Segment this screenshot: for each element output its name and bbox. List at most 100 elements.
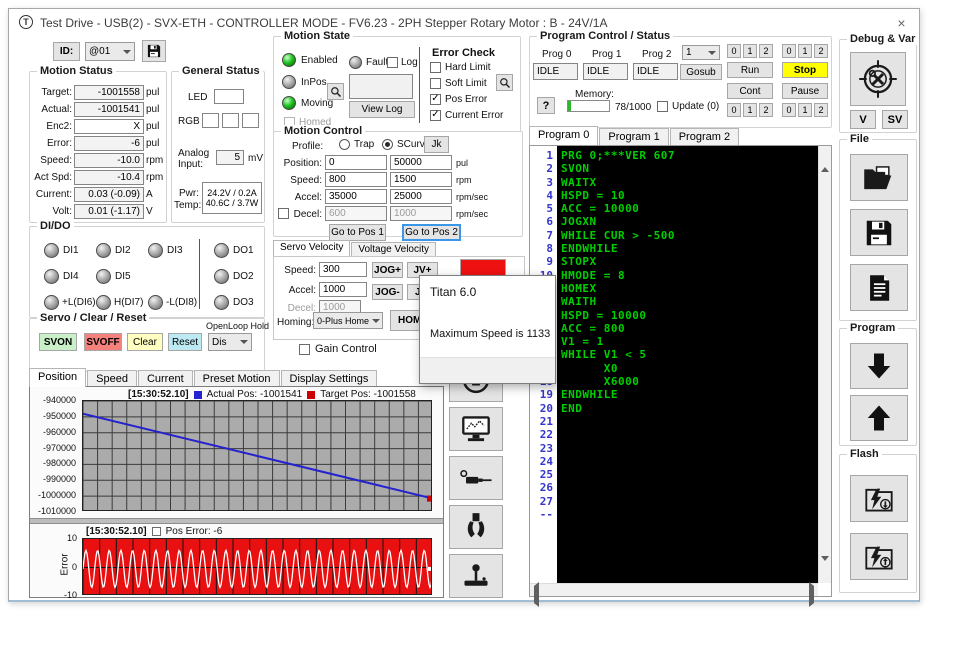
save-id-button[interactable] [142,40,166,62]
view-log-button[interactable]: View Log [349,101,415,118]
pos-error-legend-checkbox[interactable] [151,527,161,536]
flash-write-button[interactable] [850,475,908,522]
run-button[interactable]: Run [727,62,773,78]
trap-radio[interactable]: Trap [339,139,374,150]
cont-button[interactable]: Cont [727,83,773,99]
run-0-button[interactable]: 0 [727,44,741,58]
open-file-button[interactable] [850,154,908,201]
actuator-button[interactable] [449,456,503,500]
pause-1-button[interactable]: 1 [798,103,812,117]
help-button[interactable]: ? [537,97,555,114]
homing-select[interactable]: 0-Plus Home [313,312,383,329]
actual-field[interactable]: -1001541 [74,102,144,117]
error-check-item-1[interactable]: Soft Limit [430,78,487,89]
decel-2-input[interactable]: 1000 [390,206,452,221]
error-check-item-0[interactable]: Hard Limit [430,62,491,73]
current-field[interactable]: 0.03 (-0.09) [74,187,144,202]
scroll-left-icon[interactable] [534,582,539,607]
tab-speed[interactable]: Speed [87,370,137,387]
act-spd-field[interactable]: -10.4 [74,170,144,185]
close-button[interactable]: × [893,14,910,31]
id-select[interactable]: @01 [85,42,135,61]
error-check-item-3[interactable]: Current Error [430,110,503,121]
pause-button[interactable]: Pause [782,83,828,99]
cont-0-button[interactable]: 0 [727,103,741,117]
gripper-button[interactable] [449,505,503,549]
target-field[interactable]: -1001558 [74,85,144,100]
tab-display-settings[interactable]: Display Settings [280,370,378,387]
scroll-up-icon[interactable] [821,150,829,172]
scroll-right-icon[interactable] [809,582,814,607]
monitor-chart-button[interactable] [449,407,503,451]
jog-accel-input[interactable]: 1000 [319,282,367,297]
joystick-button[interactable] [449,554,503,598]
pause-0-button[interactable]: 0 [782,103,796,117]
program-download-button[interactable] [850,343,908,389]
position-1-input[interactable]: 0 [325,155,387,170]
gain-control-checkbox[interactable] [299,343,310,355]
log-checkbox[interactable]: Log [387,57,418,68]
analog-input-field[interactable]: 5 [216,150,244,165]
stop-button[interactable]: Stop [782,62,828,78]
refresh-state-button[interactable] [327,83,344,100]
tab-program-0[interactable]: Program 0 [529,126,599,145]
jog-plus-button[interactable]: JOG+ [372,262,403,278]
pause-2-button[interactable]: 2 [814,103,828,117]
refresh-errors-button[interactable] [496,74,513,91]
run-2-button[interactable]: 2 [759,44,773,58]
tab-program-2[interactable]: Program 2 [669,128,740,145]
error-field[interactable]: -6 [74,136,144,151]
gosub-select[interactable]: 1 [682,45,720,60]
jk-button[interactable]: Jk [424,136,449,153]
clear-button[interactable]: Clear [127,333,163,351]
cont-2-button[interactable]: 2 [759,103,773,117]
jog-minus-button[interactable]: JOG- [372,284,403,300]
save-file-button[interactable] [850,209,908,256]
reset-button[interactable]: Reset [168,333,202,351]
stop-2-button[interactable]: 2 [814,44,828,58]
debug-button[interactable] [850,52,906,106]
tab-preset-motion[interactable]: Preset Motion [193,370,280,387]
accel-2-input[interactable]: 25000 [390,189,452,204]
sv-button[interactable]: SV [882,110,908,129]
code-hscrollbar[interactable] [530,582,818,607]
program-upload-button[interactable] [850,395,908,441]
speed-1-input[interactable]: 800 [325,172,387,187]
position-2-input[interactable]: 50000 [390,155,452,170]
scroll-down-icon[interactable] [821,556,829,579]
decel-checkbox[interactable] [278,208,289,219]
gosub-button[interactable]: Gosub [680,64,722,80]
jog-speed-input[interactable]: 300 [319,262,367,277]
goto-pos2-button[interactable]: Go to Pos 2 [402,224,461,241]
position-plot[interactable] [82,400,432,511]
tab-program-1[interactable]: Program 1 [599,128,669,145]
speed-field[interactable]: -10.0 [74,153,144,168]
error-plot[interactable] [82,538,432,595]
accel-1-input[interactable]: 35000 [325,189,387,204]
decel-1-input[interactable]: 600 [325,206,387,221]
openloop-hold-select[interactable]: Dis [208,333,252,351]
error-check-item-2[interactable]: Pos Error [430,94,487,105]
code-vscrollbar[interactable] [818,146,831,583]
speed-2-input[interactable]: 1500 [390,172,452,187]
svoff-button[interactable]: SVOFF [84,333,122,351]
titan-popup[interactable]: Titan 6.0 Maximum Speed is 1133 [419,275,556,384]
goto-pos1-button[interactable]: Go to Pos 1 [329,224,386,241]
tab-current[interactable]: Current [137,370,193,387]
cont-1-button[interactable]: 1 [743,103,757,117]
tab-voltage-velocity[interactable]: Voltage Velocity [351,242,436,256]
v-button[interactable]: V [850,110,876,129]
update-checkbox[interactable]: Update (0) [657,101,719,112]
tab-position[interactable]: Position [29,368,87,387]
svon-button[interactable]: SVON [39,333,77,351]
flash-read-button[interactable] [850,533,908,580]
stop-1-button[interactable]: 1 [798,44,812,58]
volt-field[interactable]: 0.01 (-1.17) [74,204,144,219]
new-document-button[interactable] [850,264,908,311]
tab-servo-velocity[interactable]: Servo Velocity [273,240,351,256]
enc2-field[interactable]: X [74,119,144,134]
run-1-button[interactable]: 1 [743,44,757,58]
code-lines[interactable]: PRG 0;***VER 607 SVON WAITX HSPD = 10 ACC = … [557,146,818,583]
chart-splitter[interactable] [30,518,443,524]
stop-0-button[interactable]: 0 [782,44,796,58]
